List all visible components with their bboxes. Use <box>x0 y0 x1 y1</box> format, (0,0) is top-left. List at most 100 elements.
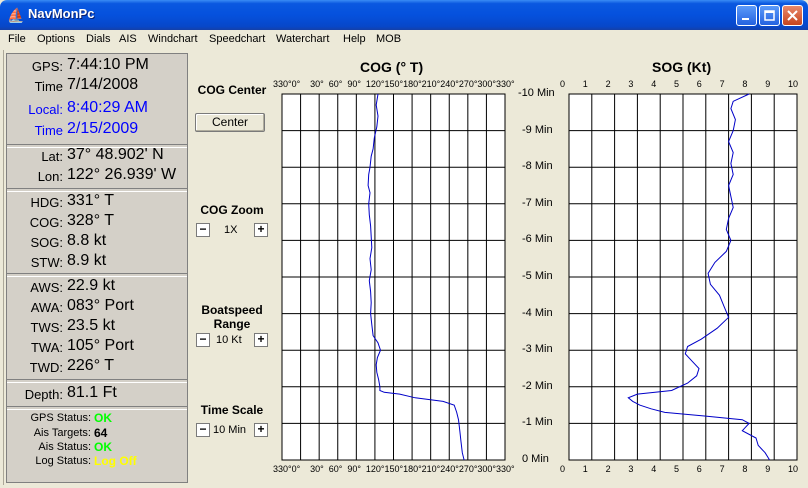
time-scale-plus-button[interactable]: + <box>254 423 268 437</box>
cog-tick-label: 180° <box>403 464 422 474</box>
boatspeed-label: Boatspeed <box>201 303 263 317</box>
awa-label: AWA: <box>30 300 63 315</box>
maximize-button[interactable] <box>759 5 780 26</box>
boatspeed-minus-button[interactable]: − <box>196 333 210 347</box>
sog-tick-label: 0 <box>560 464 566 474</box>
sog-tick-label: 10 <box>788 464 799 474</box>
cog-value: 328° T <box>67 212 115 229</box>
sog-tick-label: 9 <box>765 464 771 474</box>
instrument-panel: GPS: 7:44:10 PM Time 7/14/2008 Local: 8:… <box>6 53 188 483</box>
time-tick-label: -2 Min <box>522 379 553 392</box>
stw-label: STW: <box>30 255 63 270</box>
cog-tick-label: 240° <box>440 464 459 474</box>
sog-tick-label: 3 <box>628 464 634 474</box>
cog-tick-label: 0° <box>291 79 301 89</box>
cog-zoom-plus-button[interactable]: + <box>254 223 268 237</box>
menu-mob[interactable]: MOB <box>376 33 401 45</box>
sog-tick-label: 4 <box>651 464 657 474</box>
sog-value: 8.8 kt <box>67 232 107 249</box>
local-date-row: Time 2/15/2009 <box>7 120 187 140</box>
gps-value: 7:44:10 PM <box>67 56 149 73</box>
date-row: Time 7/14/2008 <box>7 76 187 96</box>
center-button[interactable]: Center <box>195 113 265 132</box>
aws-row: AWS: 22.9 kt <box>7 277 187 297</box>
menu-speedchart[interactable]: Speedchart <box>209 33 265 45</box>
cog-tick-label: 30° <box>310 79 324 89</box>
aws-label: AWS: <box>30 280 63 295</box>
sog-tick-label: 5 <box>674 464 680 474</box>
cog-tick-label: 150° <box>384 79 404 89</box>
close-icon <box>787 10 798 21</box>
local-date-value: 2/15/2009 <box>67 120 139 137</box>
hdg-row: HDG: 331° T <box>7 192 187 212</box>
ais-targets-value: 64 <box>94 426 108 440</box>
twa-value: 105° Port <box>67 337 134 354</box>
sog-tick-label: 6 <box>696 464 702 474</box>
cog-tick-label: 330° <box>496 79 515 89</box>
menu-help[interactable]: Help <box>343 33 366 45</box>
local-date-label: Time <box>34 123 63 138</box>
menu-ais[interactable]: AIS <box>119 33 137 45</box>
lat-label: Lat: <box>41 149 63 164</box>
cog-chart <box>281 93 506 461</box>
menu-dials[interactable]: Dials <box>86 33 110 45</box>
sog-tick-label: 2 <box>605 464 611 474</box>
time-tick-label: -6 Min <box>522 233 553 246</box>
twa-row: TWA: 105° Port <box>7 337 187 357</box>
cog-tick-label: 90° <box>347 464 361 474</box>
sog-tick-label: 8 <box>742 79 748 89</box>
cog-zoom-minus-button[interactable]: − <box>196 223 210 237</box>
sog-label: SOG: <box>30 235 63 250</box>
menu-file[interactable]: File <box>8 33 26 45</box>
depth-value: 81.1 Ft <box>67 384 117 401</box>
boatspeed-plus-button[interactable]: + <box>254 333 268 347</box>
cog-tick-label: 120° <box>365 79 385 89</box>
log-status-row: Log Status: Log Off <box>7 454 187 468</box>
lon-value: 122° 26.939' W <box>67 166 177 183</box>
cog-center-label: COG Center <box>197 83 267 97</box>
cog-tick-label: 330° <box>273 464 292 474</box>
sog-tick-label: 1 <box>582 464 588 474</box>
minimize-icon <box>742 18 749 20</box>
time-scale-label: Time Scale <box>200 403 264 417</box>
hdg-value: 331° T <box>67 192 115 209</box>
sog-tick-label: 8 <box>742 464 748 474</box>
menu-windchart[interactable]: Windchart <box>148 33 198 45</box>
gps-status-label: GPS Status: <box>30 412 91 424</box>
cog-chart-title: COG (° T) <box>360 59 424 75</box>
cog-tick-label: 30° <box>310 464 324 474</box>
twa-label: TWA: <box>30 340 63 355</box>
gps-status-value: OK <box>94 411 112 425</box>
sog-tick-label: 6 <box>696 79 702 89</box>
lon-row: Lon: 122° 26.939' W <box>7 166 187 186</box>
local-time-row: Local: 8:40:29 AM <box>7 99 187 119</box>
cog-tick-label: 300° <box>477 464 497 474</box>
sailboat-icon: ⛵ <box>7 7 25 23</box>
log-status-value: Log Off <box>94 454 137 468</box>
hdg-label: HDG: <box>30 195 64 210</box>
divider <box>7 379 187 383</box>
cog-zoom-label: COG Zoom <box>200 203 264 217</box>
menu-waterchart[interactable]: Waterchart <box>276 33 329 45</box>
divider <box>7 406 187 410</box>
time-tick-label: -3 Min <box>522 343 553 356</box>
ais-targets-row: Ais Targets: 64 <box>7 426 187 440</box>
cog-tick-label: 270° <box>458 79 478 89</box>
minimize-button[interactable] <box>736 5 757 26</box>
menu-options[interactable]: Options <box>37 33 75 45</box>
time-tick-label: -10 Min <box>518 87 555 99</box>
cog-row: COG: 328° T <box>7 212 187 232</box>
sog-tick-label: 10 <box>788 79 799 89</box>
cog-tick-label: 330° <box>496 464 515 474</box>
close-button[interactable] <box>782 5 803 26</box>
cog-tick-label: 180° <box>403 79 422 89</box>
depth-label: Depth: <box>24 387 63 402</box>
cog-tick-label: 330° <box>273 79 292 89</box>
sog-tick-label: 7 <box>719 464 725 474</box>
cog-tick-label: 60° <box>328 79 343 89</box>
sog-chart-title: SOG (Kt) <box>652 59 712 75</box>
title-bar[interactable]: ⛵ NavMonPc <box>0 0 808 30</box>
time-scale-minus-button[interactable]: − <box>196 423 210 437</box>
awa-value: 083° Port <box>67 297 134 314</box>
date-value: 7/14/2008 <box>67 76 139 93</box>
